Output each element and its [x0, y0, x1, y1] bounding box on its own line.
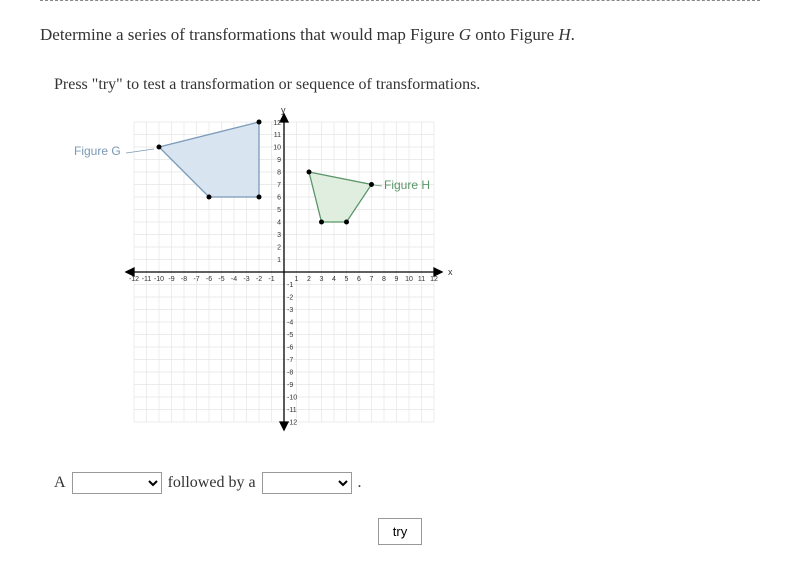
svg-text:-2: -2	[256, 276, 262, 283]
graph-svg: x y -12 -11 -10 -9 -8 -7 -6 -5 -4 -3 -2 …	[54, 107, 474, 437]
coordinate-graph: x y -12 -11 -10 -9 -8 -7 -6 -5 -4 -3 -2 …	[54, 107, 760, 442]
x-axis-label: x	[448, 267, 453, 277]
svg-text:-5: -5	[218, 276, 224, 283]
svg-text:5: 5	[345, 276, 349, 283]
svg-text:2: 2	[277, 245, 281, 252]
svg-text:-11: -11	[142, 276, 152, 283]
answer-prefix: A	[54, 474, 66, 492]
svg-text:4: 4	[332, 276, 336, 283]
svg-text:-12: -12	[287, 420, 297, 427]
svg-text:8: 8	[382, 276, 386, 283]
svg-text:10: 10	[273, 145, 281, 152]
svg-text:7: 7	[370, 276, 374, 283]
svg-text:3: 3	[277, 232, 281, 239]
transformation-1-dropdown[interactable]	[72, 472, 162, 494]
try-button[interactable]: try	[378, 518, 422, 545]
svg-text:9: 9	[395, 276, 399, 283]
svg-text:-1: -1	[287, 282, 293, 289]
svg-text:10: 10	[405, 276, 413, 283]
svg-text:8: 8	[277, 170, 281, 177]
y-axis-label: y	[281, 107, 286, 115]
figure-h-shape	[309, 172, 372, 222]
svg-text:-9: -9	[168, 276, 174, 283]
svg-text:-7: -7	[193, 276, 199, 283]
svg-text:7: 7	[277, 182, 281, 189]
svg-text:6: 6	[357, 276, 361, 283]
svg-text:12: 12	[430, 276, 438, 283]
figure-h-var: H	[558, 25, 570, 44]
svg-text:-2: -2	[287, 295, 293, 302]
svg-text:-1: -1	[268, 276, 274, 283]
svg-text:6: 6	[277, 195, 281, 202]
question-content: Determine a series of transformations th…	[0, 1, 800, 565]
y-neg-labels: -1 -2 -3 -4 -5 -6 -7 -8 -9 -10 -11 -12	[287, 282, 297, 427]
figure-g-var: G	[459, 25, 471, 44]
y-pos-labels: 1 2 3 4 5 6 7 8 9 10 11 12	[273, 120, 281, 264]
svg-text:-5: -5	[287, 332, 293, 339]
svg-text:-8: -8	[287, 370, 293, 377]
svg-text:2: 2	[307, 276, 311, 283]
svg-text:4: 4	[277, 220, 281, 227]
answer-middle: followed by a	[168, 474, 256, 492]
x-pos-labels: 1 2 3 4 5 6 7 8 9 10 11 12	[295, 276, 438, 283]
question-text-part1: Determine a series of transformations th…	[40, 25, 459, 44]
svg-text:-4: -4	[287, 320, 293, 327]
svg-text:-6: -6	[287, 345, 293, 352]
question-text-part3: .	[571, 25, 575, 44]
answer-suffix: .	[358, 474, 362, 492]
svg-text:-11: -11	[287, 407, 297, 414]
svg-text:-8: -8	[181, 276, 187, 283]
svg-text:-12: -12	[129, 276, 139, 283]
svg-text:-10: -10	[154, 276, 164, 283]
svg-text:-3: -3	[287, 307, 293, 314]
x-neg-labels: -12 -11 -10 -9 -8 -7 -6 -5 -4 -3 -2 -1	[129, 276, 275, 283]
svg-text:-7: -7	[287, 357, 293, 364]
transformation-2-dropdown[interactable]	[262, 472, 352, 494]
answer-sentence: A followed by a .	[54, 472, 760, 494]
svg-text:-9: -9	[287, 382, 293, 389]
svg-text:-10: -10	[287, 395, 297, 402]
question-prompt: Determine a series of transformations th…	[40, 25, 760, 45]
svg-text:11: 11	[274, 132, 281, 139]
svg-text:-4: -4	[231, 276, 237, 283]
instruction-text: Press "try" to test a transformation or …	[54, 73, 760, 97]
figure-h-leader	[374, 185, 382, 186]
figure-g-label: Figure G	[74, 144, 121, 158]
question-text-part2: onto Figure	[471, 25, 558, 44]
svg-text:12: 12	[273, 120, 281, 127]
figure-g-leader	[126, 149, 154, 153]
svg-text:11: 11	[418, 276, 425, 283]
svg-text:1: 1	[295, 276, 299, 283]
svg-text:3: 3	[320, 276, 324, 283]
svg-text:9: 9	[277, 157, 281, 164]
svg-text:5: 5	[277, 207, 281, 214]
svg-text:-3: -3	[243, 276, 249, 283]
svg-text:-6: -6	[206, 276, 212, 283]
figure-h-label: Figure H	[384, 178, 430, 192]
svg-text:1: 1	[277, 257, 281, 264]
